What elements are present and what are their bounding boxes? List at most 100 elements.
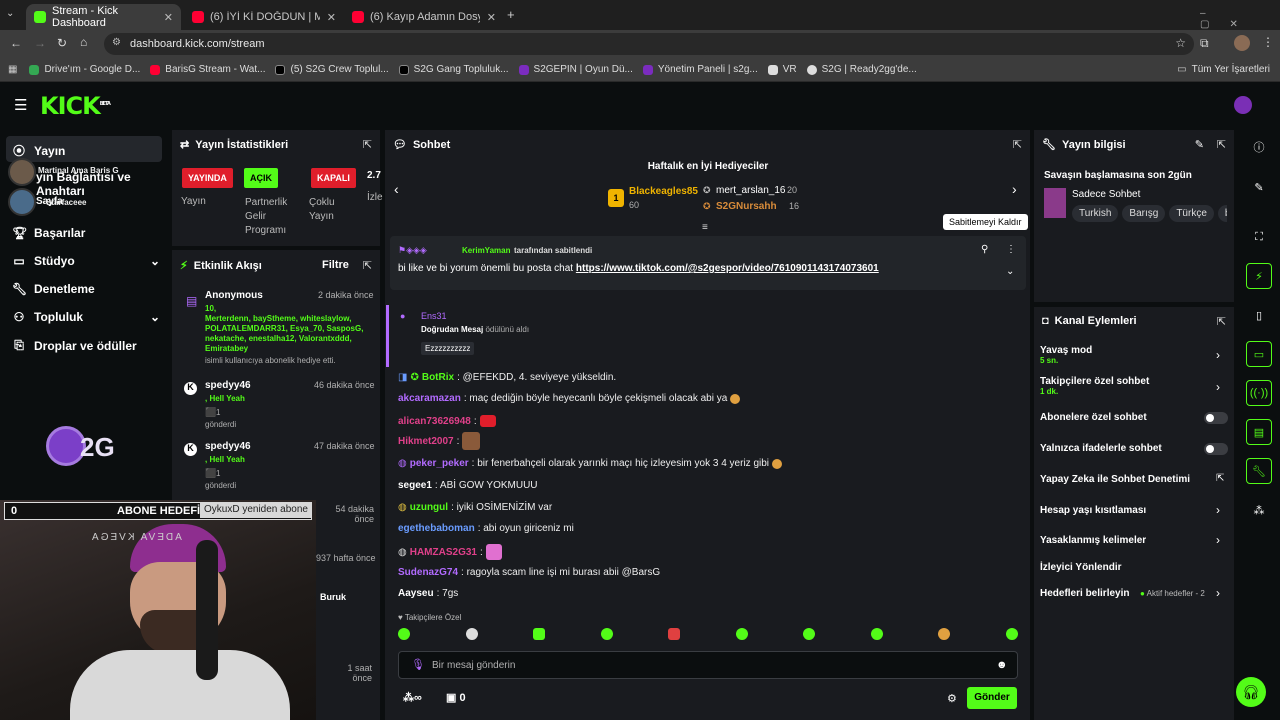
user-avatar[interactable]: [1234, 96, 1252, 114]
tab-search-icon[interactable]: ⌄: [6, 8, 14, 19]
document-icon[interactable]: ▯: [1246, 302, 1272, 328]
browser-tab-youtube-2[interactable]: (6) Kayıp Adamın Dosyasında G... ✕: [344, 4, 504, 30]
popout-icon[interactable]: ⇱: [363, 259, 372, 272]
sidebar-item-achievements[interactable]: 🏆︎ Başarılar: [12, 226, 85, 240]
forward-icon[interactable]: →: [34, 36, 46, 50]
emote-icon[interactable]: [735, 628, 748, 640]
ai-moderation-item[interactable]: Yapay Zeka ile Sohbet Denetimi: [1040, 474, 1190, 485]
menu-icon[interactable]: ⋮: [1262, 35, 1274, 49]
microphone-icon[interactable]: 🎙︎: [411, 658, 425, 671]
tag[interactable]: Turkish: [1072, 205, 1119, 222]
sidebar-item-moderation[interactable]: 🔧︎ Denetleme: [12, 282, 95, 296]
close-tab-icon[interactable]: ✕: [164, 11, 173, 24]
emote-icon[interactable]: [465, 628, 478, 640]
more-options-icon[interactable]: ⋮: [1006, 244, 1016, 255]
emote-icon[interactable]: [938, 628, 951, 640]
chevron-right-icon[interactable]: ›: [1216, 503, 1220, 517]
chevron-right-icon[interactable]: ›: [1216, 533, 1220, 547]
goals-item[interactable]: Hedefleri belirleyin: [1040, 588, 1129, 599]
subscribers-only-toggle[interactable]: [1204, 412, 1228, 424]
bookmark-item[interactable]: VR: [767, 64, 797, 75]
raid-item[interactable]: İzleyici Yönlendir: [1040, 562, 1122, 573]
chevron-right-icon[interactable]: ›: [1216, 348, 1220, 362]
close-tab-icon[interactable]: ✕: [327, 11, 336, 24]
pin-icon[interactable]: ⚲: [981, 244, 988, 255]
sidebar-item-drops[interactable]: ⎘ Droplar ve ödüller: [12, 338, 137, 353]
tag[interactable]: Barışg: [1122, 205, 1166, 222]
popout-icon[interactable]: ⇱: [1217, 138, 1226, 151]
reward-user[interactable]: Ens31: [421, 311, 447, 321]
emote-icon[interactable]: [803, 628, 816, 640]
popout-icon[interactable]: ⇱: [1217, 315, 1226, 328]
chat-settings-icon[interactable]: ⚙: [947, 692, 957, 705]
bookmark-item[interactable]: BarisG Stream - Wat...: [150, 64, 265, 75]
emote-icon[interactable]: [600, 628, 613, 640]
extensions-icon[interactable]: ⧉: [1200, 36, 1209, 51]
stream-category[interactable]: Sadece Sohbet: [1072, 189, 1140, 200]
channel-points[interactable]: ⁂∞: [403, 691, 422, 704]
lightning-icon[interactable]: ⚡︎: [1246, 263, 1272, 289]
reload-icon[interactable]: ↻: [57, 36, 67, 50]
edit-pencil-icon[interactable]: ✎: [1195, 138, 1204, 151]
bookmark-item[interactable]: Yönetim Paneli | s2g...: [642, 64, 758, 75]
layout-icon[interactable]: ▤: [1246, 419, 1272, 445]
bookmark-item[interactable]: (5) S2G Crew Toplul...: [275, 64, 389, 75]
support-headset-icon[interactable]: 🎧︎: [1236, 677, 1266, 707]
home-icon[interactable]: ⌂: [80, 35, 87, 49]
chat-icon[interactable]: ▭: [1246, 341, 1272, 367]
pinned-link[interactable]: https://www.tiktok.com/@s2gespor/video/7…: [576, 263, 879, 274]
send-button[interactable]: Gönder: [967, 687, 1017, 709]
back-icon[interactable]: ←: [10, 36, 22, 50]
tools-icon[interactable]: 🔧︎: [1246, 458, 1272, 484]
info-icon[interactable]: ⓘ: [1246, 134, 1272, 160]
bookmark-item[interactable]: Drive'ım - Google D...: [29, 64, 140, 75]
emote-icon[interactable]: [398, 628, 410, 640]
collapse-icon[interactable]: ≡: [702, 222, 708, 233]
store[interactable]: ▣ 0: [446, 691, 466, 704]
bookmark-item[interactable]: S2G Gang Topluluk...: [398, 64, 509, 75]
emote-icon[interactable]: [870, 628, 883, 640]
tag[interactable]: ba: [1217, 205, 1227, 222]
sidebar-item-studio[interactable]: ▭ Stüdyo ⌄: [12, 254, 160, 268]
kick-logo[interactable]: KICKBETA: [40, 92, 111, 120]
profile-avatar[interactable]: [1234, 35, 1250, 51]
browser-tab-kick[interactable]: Stream - Kick Dashboard ✕: [26, 4, 181, 30]
close-tab-icon[interactable]: ✕: [487, 11, 496, 24]
sidebar-item-community[interactable]: ⚇ Topluluk ⌄: [12, 310, 160, 324]
broadcast-signal-icon[interactable]: ((·)): [1246, 380, 1272, 406]
next-arrow-icon[interactable]: ›: [1012, 181, 1017, 197]
emote-icon[interactable]: [533, 628, 546, 640]
external-link-icon[interactable]: ⇱: [1216, 473, 1224, 484]
bookmark-star-icon[interactable]: ☆: [1175, 36, 1186, 50]
hamburger-menu-icon[interactable]: ☰: [14, 96, 27, 114]
emote-icon[interactable]: [1005, 628, 1018, 640]
apps-grid-icon[interactable]: ▦: [8, 64, 17, 75]
site-info-icon[interactable]: ⚙: [112, 37, 121, 48]
tag[interactable]: Türkçe: [1169, 205, 1214, 222]
browser-tab-youtube-1[interactable]: (6) İYİ Kİ DOĞDUN | Madara Ol... ✕: [184, 4, 344, 30]
previous-arrow-icon[interactable]: ‹: [394, 181, 399, 197]
banned-words-item[interactable]: Yasaklanmış kelimeler: [1040, 535, 1146, 546]
emotes-only-toggle[interactable]: [1204, 443, 1228, 455]
chevron-down-icon[interactable]: ⌄: [1006, 266, 1014, 277]
bookmark-item[interactable]: S2G | Ready2gg'de...: [806, 64, 917, 75]
slow-mode-item[interactable]: Yavaş mod 5 sn.: [1040, 345, 1092, 365]
chevron-right-icon[interactable]: ›: [1216, 586, 1220, 600]
edit-icon[interactable]: ✎: [1246, 174, 1272, 200]
all-bookmarks-button[interactable]: ▭ Tüm Yer İşaretleri: [1177, 64, 1270, 75]
popout-icon[interactable]: ⇱: [363, 138, 372, 151]
window-controls[interactable]: –▢✕: [1200, 8, 1280, 30]
bookmark-item[interactable]: S2GEPIN | Oyun Dü...: [518, 64, 633, 75]
filter-button[interactable]: Filtre: [322, 259, 349, 271]
address-input[interactable]: ⚙ dashboard.kick.com/stream ☆: [104, 33, 1194, 55]
fullscreen-icon[interactable]: ⛶: [1246, 224, 1272, 250]
chevron-right-icon[interactable]: ›: [1216, 380, 1220, 394]
emoji-picker-icon[interactable]: ☻: [996, 659, 1008, 671]
connections-icon[interactable]: ⁂: [1246, 497, 1272, 523]
account-age-item[interactable]: Hesap yaşı kısıtlaması: [1040, 505, 1146, 516]
followers-only-item[interactable]: Takipçilere özel sohbet 1 dk.: [1040, 376, 1149, 396]
sidebar-item-yayin[interactable]: ⦿ Yayın: [12, 142, 65, 159]
new-tab-icon[interactable]: +: [507, 7, 515, 22]
chat-input[interactable]: 🎙︎ Bir mesaj gönderin ☻: [398, 651, 1018, 679]
popout-icon[interactable]: ⇱: [1013, 138, 1022, 151]
